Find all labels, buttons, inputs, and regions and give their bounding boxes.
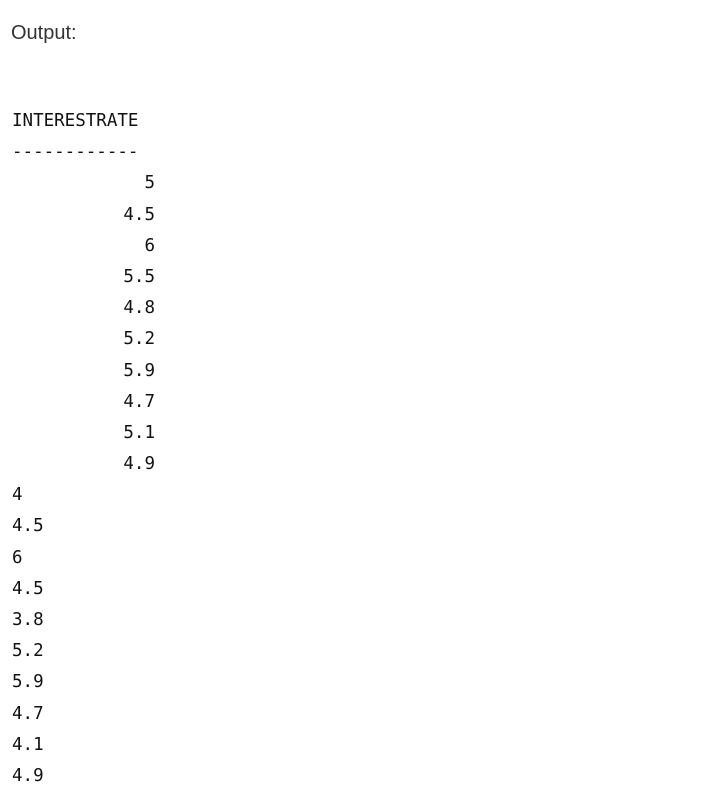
result-value: 5 [144, 173, 155, 194]
output-value: 4 [12, 485, 23, 506]
output-console: INTERESTRATE ------------ 5 4.5 6 5.5 4.… [12, 106, 155, 792]
output-value: 4.5 [12, 578, 44, 599]
output-value: 5.9 [12, 672, 44, 693]
output-heading: Output: [11, 22, 77, 44]
column-header: INTERESTRATE [12, 111, 139, 131]
result-value: 5.5 [123, 266, 155, 287]
output-value: 4.9 [12, 765, 44, 786]
result-value: 5.9 [123, 360, 155, 381]
second-output-values: 4 4.5 6 4.5 3.8 5.2 5.9 4.7 4.1 4.9 [12, 480, 155, 792]
result-value: 5.1 [123, 422, 155, 443]
output-value: 5.2 [12, 641, 44, 662]
result-value: 4.8 [123, 298, 155, 319]
output-value: 4.1 [12, 734, 44, 755]
result-table-values: 5 4.5 6 5.5 4.8 5.2 5.9 4.7 5.1 4.9 [12, 168, 155, 480]
result-value: 4.5 [123, 204, 155, 225]
result-value: 5.2 [123, 329, 155, 350]
output-value: 4.5 [12, 516, 44, 537]
result-value: 4.9 [123, 454, 155, 475]
header-separator: ------------ [12, 142, 139, 163]
output-value: 4.7 [12, 703, 44, 724]
output-value: 6 [12, 547, 23, 568]
output-value: 3.8 [12, 610, 44, 630]
result-value: 4.7 [123, 391, 155, 412]
result-value: 6 [144, 235, 155, 256]
